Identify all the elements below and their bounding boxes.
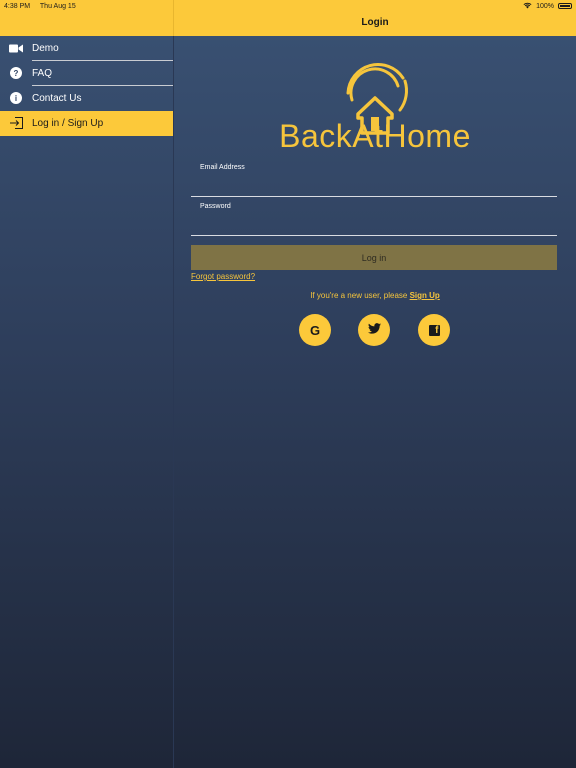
sidebar-menu: Demo ? FAQ i Contact Us Log in / Sign Up — [0, 36, 173, 136]
question-glyph: ? — [10, 67, 22, 79]
status-right: 100% — [523, 2, 572, 11]
sidebar-item-label: Demo — [32, 43, 59, 54]
brand-name: BackAtHome — [279, 118, 471, 154]
forgot-password-link[interactable]: Forgot password? — [191, 272, 255, 281]
page-title: Login — [361, 17, 389, 28]
sidebar-item-label: Contact Us — [32, 93, 82, 104]
status-left: 4:38 PM Thu Aug 15 — [4, 3, 84, 10]
facebook-icon: f — [428, 324, 440, 336]
email-label: Email Address — [200, 164, 245, 171]
battery-percent: 100% — [536, 2, 554, 10]
status-date: Thu Aug 15 — [39, 2, 76, 10]
sidebar-item-faq[interactable]: ? FAQ — [0, 61, 173, 86]
status-time: 4:38 PM — [4, 2, 31, 10]
wifi-icon — [523, 2, 532, 11]
facebook-login-button[interactable]: f — [418, 314, 450, 346]
twitter-icon — [367, 321, 381, 339]
google-login-button[interactable]: G — [299, 314, 331, 346]
sidebar-item-login-signup[interactable]: Log in / Sign Up — [0, 111, 173, 136]
sidebar-item-demo[interactable]: Demo — [0, 36, 173, 61]
signup-prompt-text: If you're a new user, please — [310, 291, 410, 300]
video-camera-icon — [9, 42, 23, 54]
battery-icon — [558, 3, 572, 9]
password-label: Password — [200, 203, 231, 210]
twitter-login-button[interactable] — [358, 314, 390, 346]
email-underline — [191, 196, 557, 197]
login-button[interactable]: Log in — [191, 245, 557, 270]
email-field[interactable] — [200, 179, 550, 193]
password-field[interactable] — [200, 218, 550, 232]
password-underline — [191, 235, 557, 236]
signup-link[interactable]: Sign Up — [410, 291, 440, 300]
question-circle-icon: ? — [9, 67, 23, 79]
sidebar-item-label: FAQ — [32, 68, 53, 79]
google-icon: G — [309, 322, 321, 338]
sidebar-item-label: Log in / Sign Up — [32, 118, 104, 129]
login-arrow-icon — [9, 117, 23, 129]
signup-prompt: If you're a new user, please Sign Up — [174, 291, 576, 300]
info-glyph: i — [10, 92, 22, 104]
status-bar: 4:38 PM Thu Aug 15 100% — [0, 0, 576, 12]
sidebar-item-contact-us[interactable]: i Contact Us — [0, 86, 173, 111]
info-circle-icon: i — [9, 92, 23, 104]
